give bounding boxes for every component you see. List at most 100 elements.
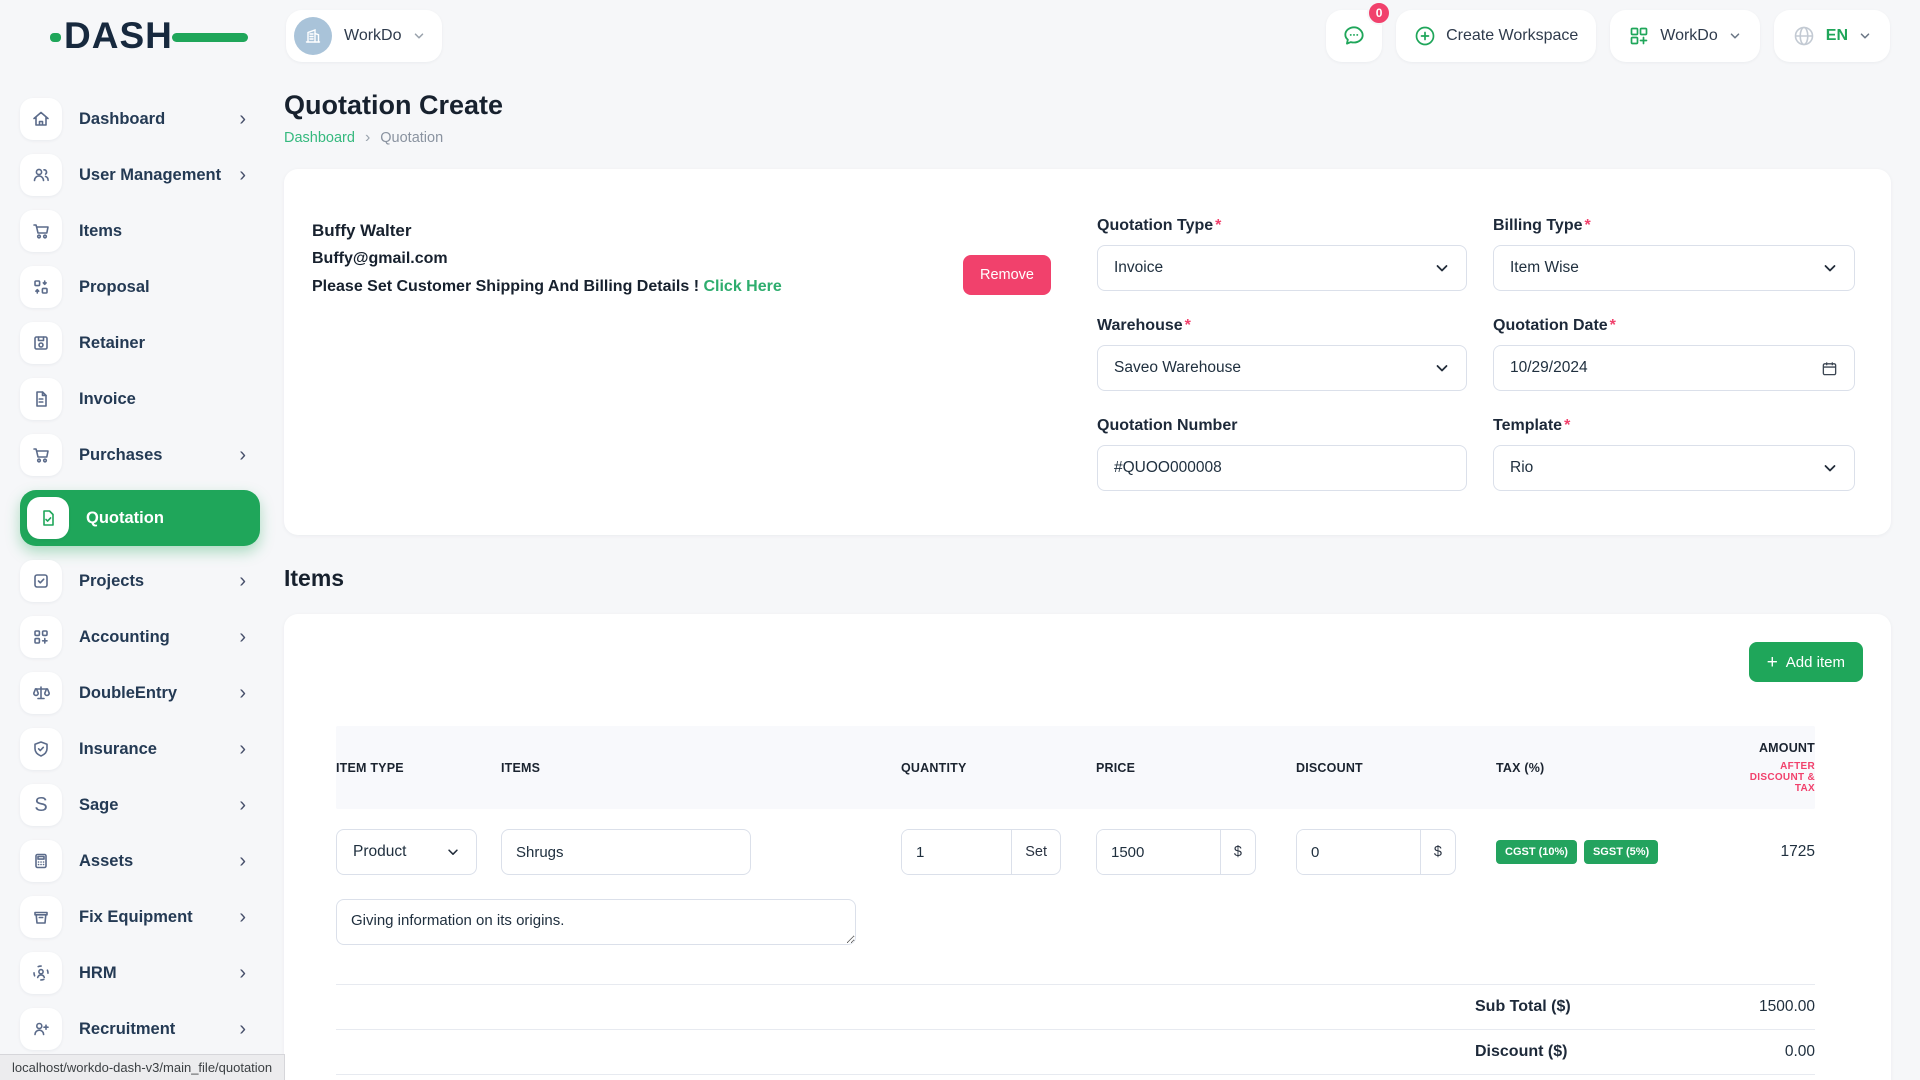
chevron-down-icon <box>1822 260 1838 276</box>
workspace-menu-label: WorkDo <box>1660 27 1718 45</box>
sidebar-item-doubleentry[interactable]: DoubleEntry › <box>20 672 260 714</box>
item-type-select[interactable]: Product <box>336 829 477 875</box>
create-workspace-label: Create Workspace <box>1446 27 1578 45</box>
template-select[interactable]: Rio <box>1493 445 1855 491</box>
sidebar-item-assets[interactable]: Assets › <box>20 840 260 882</box>
breadcrumb-dashboard-link[interactable]: Dashboard <box>284 130 355 146</box>
col-quantity: QUANTITY <box>901 761 1096 775</box>
workspace-switcher[interactable]: WorkDo <box>286 10 442 62</box>
sidebar-item-fix-equipment[interactable]: Fix Equipment › <box>20 896 260 938</box>
quantity-unit: Set <box>1011 830 1060 874</box>
chevron-right-icon: › <box>239 739 246 759</box>
messages-button[interactable]: 0 <box>1326 10 1382 62</box>
plus-icon: + <box>1767 653 1778 672</box>
tax-badges: CGST (10%) SGST (5%) <box>1496 840 1741 864</box>
warehouse-select[interactable]: Saveo Warehouse <box>1097 345 1467 391</box>
chevron-right-icon: › <box>239 109 246 129</box>
sidebar-item-retainer[interactable]: Retainer <box>20 322 260 364</box>
logo-accent-bar <box>172 33 248 42</box>
purchases-icon <box>20 434 62 476</box>
sidebar-item-user-management[interactable]: User Management › <box>20 154 260 196</box>
discount-total-value: 0.00 <box>1785 1043 1815 1061</box>
totals-block: Sub Total ($) 1500.00 Discount ($) 0.00 … <box>336 984 1815 1080</box>
row-amount: 1725 <box>1741 843 1815 861</box>
billing-type-select[interactable]: Item Wise <box>1493 245 1855 291</box>
required-asterisk: * <box>1610 317 1616 334</box>
language-label: EN <box>1826 27 1848 45</box>
chevron-right-icon: › <box>239 683 246 703</box>
amount-note: AFTER DISCOUNT & TAX <box>1741 761 1815 794</box>
sidebar-item-recruitment[interactable]: Recruitment › <box>20 1008 260 1050</box>
chevron-right-icon: › <box>239 851 246 871</box>
logo-accent-dot <box>50 33 61 42</box>
sage-icon: S <box>20 784 62 826</box>
item-name-input[interactable] <box>501 829 751 875</box>
accounting-icon <box>20 616 62 658</box>
chevron-down-icon <box>1434 360 1450 376</box>
quotation-number-field: Quotation Number <box>1097 417 1467 491</box>
quotation-date-input[interactable]: 10/29/2024 <box>1493 345 1855 391</box>
sidebar-item-quotation[interactable]: Quotation <box>20 490 260 546</box>
quotation-number-input[interactable] <box>1114 459 1450 477</box>
required-asterisk: * <box>1215 217 1221 234</box>
chat-icon <box>1341 23 1367 49</box>
discount-total-row: Discount ($) 0.00 <box>336 1029 1815 1074</box>
items-card: + Add item ITEM TYPE ITEMS QUANTITY PRIC… <box>284 614 1891 1080</box>
sidebar-item-dashboard[interactable]: Dashboard › <box>20 98 260 140</box>
plus-circle-icon <box>1414 25 1436 47</box>
invoice-icon <box>20 378 62 420</box>
chevron-right-icon: › <box>239 963 246 983</box>
chevron-right-icon: › <box>239 795 246 815</box>
chevron-right-icon: › <box>239 627 246 647</box>
chevron-down-icon <box>1858 29 1872 43</box>
users-icon <box>20 154 62 196</box>
item-description-row: Giving information on its origins. <box>336 899 1815 950</box>
quotation-date-field: Quotation Date* 10/29/2024 <box>1493 317 1855 391</box>
calendar-icon <box>1821 360 1838 377</box>
language-menu[interactable]: EN <box>1774 10 1890 62</box>
price-input[interactable] <box>1097 830 1220 874</box>
click-here-link[interactable]: Click Here <box>703 278 781 295</box>
required-asterisk: * <box>1185 317 1191 334</box>
item-description-input[interactable]: Giving information on its origins. <box>336 899 856 945</box>
recruitment-icon <box>20 1008 62 1050</box>
chevron-down-icon <box>412 29 426 43</box>
quotation-icon <box>27 497 69 539</box>
create-workspace-button[interactable]: Create Workspace <box>1396 10 1596 62</box>
quotation-number-input-wrap <box>1097 445 1467 491</box>
remove-customer-button[interactable]: Remove <box>963 255 1051 295</box>
chevron-down-icon <box>446 845 460 859</box>
sidebar-item-accounting[interactable]: Accounting › <box>20 616 260 658</box>
breadcrumb-separator: › <box>365 129 370 147</box>
sidebar-item-items[interactable]: Items <box>20 210 260 252</box>
equipment-icon <box>20 896 62 938</box>
sidebar-item-sage[interactable]: S Sage › <box>20 784 260 826</box>
messages-count-badge: 0 <box>1367 1 1391 25</box>
discount-input[interactable] <box>1297 830 1420 874</box>
browser-status-url: localhost/workdo-dash-v3/main_file/quota… <box>0 1054 285 1080</box>
discount-currency: $ <box>1420 830 1455 874</box>
home-icon <box>20 98 62 140</box>
chevron-down-icon <box>1728 29 1742 43</box>
quantity-group: Set <box>901 829 1061 875</box>
col-discount: DISCOUNT <box>1296 761 1496 775</box>
workspace-switcher-label: WorkDo <box>344 27 402 45</box>
tax-badge-cgst: CGST (10%) <box>1496 840 1577 864</box>
customer-notice: Please Set Customer Shipping And Billing… <box>312 278 963 296</box>
sidebar-item-proposal[interactable]: Proposal <box>20 266 260 308</box>
building-icon <box>303 26 323 46</box>
workspace-menu[interactable]: WorkDo <box>1610 10 1760 62</box>
add-item-button[interactable]: + Add item <box>1749 642 1863 682</box>
sidebar-item-insurance[interactable]: Insurance › <box>20 728 260 770</box>
grid-plus-icon <box>1628 25 1650 47</box>
quotation-type-select[interactable]: Invoice <box>1097 245 1467 291</box>
sidebar-item-purchases[interactable]: Purchases › <box>20 434 260 476</box>
chevron-right-icon: › <box>239 907 246 927</box>
sidebar-item-invoice[interactable]: Invoice <box>20 378 260 420</box>
chevron-right-icon: › <box>239 1019 246 1039</box>
hrm-icon <box>20 952 62 994</box>
header-actions: 0 Create Workspace WorkDo <box>1326 10 1890 62</box>
sidebar-item-projects[interactable]: Projects › <box>20 560 260 602</box>
quantity-input[interactable] <box>902 830 1011 874</box>
sidebar-item-hrm[interactable]: HRM › <box>20 952 260 994</box>
